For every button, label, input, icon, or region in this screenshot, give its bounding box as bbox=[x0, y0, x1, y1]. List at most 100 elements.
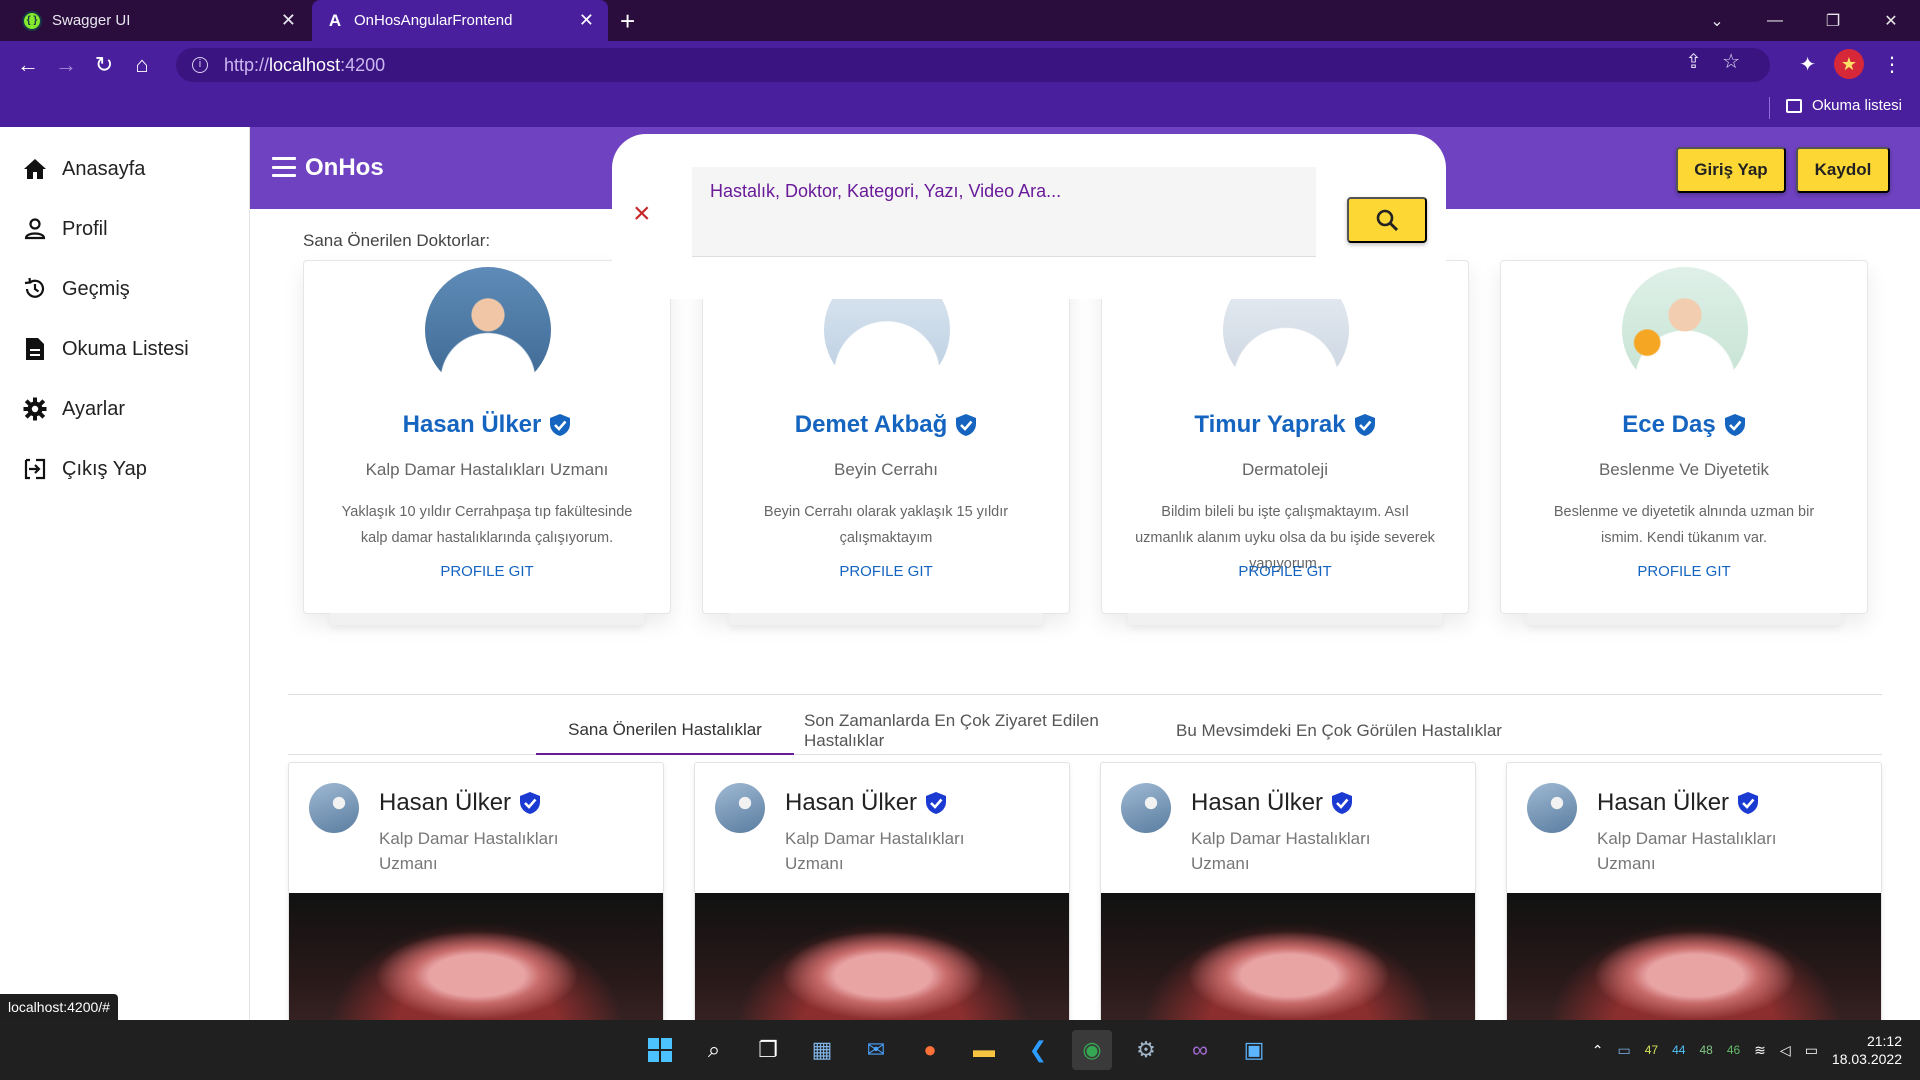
sidebar-item-gecmis[interactable]: Geçmiş bbox=[0, 259, 249, 319]
window-controls: ⌄ — ❐ ✕ bbox=[1688, 0, 1920, 41]
doctor-specialty: Kalp Damar Hastalıkları Uzmanı bbox=[365, 460, 609, 479]
battery-icon[interactable]: ▭ bbox=[1805, 1042, 1818, 1059]
wifi-icon[interactable]: ≋ bbox=[1754, 1042, 1766, 1059]
clock[interactable]: 21:12 18.03.2022 bbox=[1832, 1032, 1902, 1068]
tab-onhos-angular-frontend[interactable]: A OnHosAngularFrontend ✕ bbox=[312, 0, 608, 41]
vscode-icon[interactable]: ❮ bbox=[1018, 1030, 1058, 1070]
hamburger-menu-icon[interactable] bbox=[272, 157, 296, 177]
task-view-icon[interactable]: ❐ bbox=[748, 1030, 788, 1070]
file-explorer-icon[interactable]: ▬ bbox=[964, 1030, 1004, 1070]
url-protocol: http:// bbox=[224, 54, 270, 75]
sidebar-item-ayarlar[interactable]: Ayarlar bbox=[0, 379, 249, 439]
register-button[interactable]: Kaydol bbox=[1796, 147, 1890, 193]
doctor-description: Yaklaşık 10 yıldır Cerrahpaşa tıp fakült… bbox=[341, 504, 633, 546]
start-icon[interactable] bbox=[640, 1030, 680, 1070]
author-specialty: Kalp Damar Hastalıkları Uzmanı bbox=[1597, 829, 1777, 873]
search-button[interactable] bbox=[1347, 197, 1427, 243]
tab-search-icon[interactable]: ⌄ bbox=[1688, 11, 1746, 31]
author-specialty: Kalp Damar Hastalıkları Uzmanı bbox=[1191, 829, 1371, 873]
doctor-card: Hasan Ülker Kalp Damar Hastalıkları Uzma… bbox=[303, 260, 671, 625]
settings-icon[interactable]: ⚙ bbox=[1126, 1030, 1166, 1070]
control-panel-icon[interactable]: ▣ bbox=[1234, 1030, 1274, 1070]
restore-button[interactable]: ❐ bbox=[1804, 11, 1862, 31]
doctor-description: Beslenme ve diyetetik alnında uzman bir … bbox=[1553, 504, 1815, 546]
mail-icon[interactable]: ✉ bbox=[856, 1030, 896, 1070]
sidebar-item-label: Okuma Listesi bbox=[62, 337, 189, 360]
windows-taskbar: ⌕ ❐ ▦ ✉ ● ▬ ❮ ◉ ⚙ ∞ ▣ ⌃ ▭ 47 44 48 46 ≋ … bbox=[0, 1020, 1920, 1080]
profile-link[interactable]: PROFILE GIT bbox=[703, 563, 1069, 580]
photos-icon[interactable]: ▦ bbox=[802, 1030, 842, 1070]
new-tab-button[interactable]: + bbox=[620, 6, 635, 37]
sidebar-item-anasayfa[interactable]: Anasayfa bbox=[0, 139, 249, 199]
home-icon bbox=[22, 156, 48, 182]
reload-icon[interactable]: ↻ bbox=[90, 51, 118, 79]
back-arrow-icon[interactable]: ← bbox=[14, 51, 42, 79]
close-search-icon[interactable]: × bbox=[633, 199, 653, 229]
disease-image bbox=[1101, 893, 1475, 1020]
profile-avatar[interactable]: ★ bbox=[1834, 49, 1864, 79]
extensions-puzzle-icon[interactable]: ✦ bbox=[1799, 52, 1816, 77]
close-tab-icon[interactable]: ✕ bbox=[579, 10, 594, 31]
volume-icon[interactable]: ◁ bbox=[1780, 1042, 1791, 1059]
browser-menu-icon[interactable]: ⋮ bbox=[1882, 52, 1902, 77]
tab-seasonal-diseases[interactable]: Bu Mevsimdeki En Çok Görülen Hastalıklar bbox=[1154, 707, 1524, 755]
address-bar[interactable]: i http://localhost:4200 bbox=[176, 48, 1770, 82]
tab-recommended-diseases[interactable]: Sana Önerilen Hastalıklar bbox=[536, 707, 794, 755]
bookmark-star-icon[interactable]: ☆ bbox=[1722, 49, 1740, 74]
disease-card[interactable]: Hasan Ülker Kalp Damar Hastalıkları Uzma… bbox=[694, 762, 1070, 1020]
tab-swagger-ui[interactable]: { } Swagger UI ✕ bbox=[8, 0, 310, 41]
author-name: Hasan Ülker bbox=[379, 789, 512, 816]
profile-link[interactable]: PROFILE GIT bbox=[304, 563, 670, 580]
disease-card[interactable]: Hasan Ülker Kalp Damar Hastalıkları Uzma… bbox=[288, 762, 664, 1020]
chrome-icon[interactable]: ◉ bbox=[1072, 1030, 1112, 1070]
doctor-card: Ece Daş Beslenme Ve Diyetetik Beslenme v… bbox=[1500, 260, 1868, 625]
doctor-name[interactable]: Hasan Ülker bbox=[403, 411, 542, 439]
sidebar-item-profil[interactable]: Profil bbox=[0, 199, 249, 259]
close-window-button[interactable]: ✕ bbox=[1862, 11, 1920, 31]
search-input[interactable]: Hastalık, Doktor, Kategori, Yazı, Video … bbox=[692, 167, 1316, 257]
bookmark-divider bbox=[1769, 97, 1770, 119]
document-icon bbox=[22, 336, 48, 362]
monitor-icon[interactable]: ▭ bbox=[1618, 1042, 1631, 1059]
login-button[interactable]: Giriş Yap bbox=[1676, 147, 1786, 193]
reading-list-button[interactable]: Okuma listesi bbox=[1785, 97, 1902, 114]
person-icon bbox=[22, 216, 48, 242]
browser-tab-bar: { } Swagger UI ✕ A OnHosAngularFrontend … bbox=[0, 0, 1920, 41]
sidebar-item-cikis-yap[interactable]: Çıkış Yap bbox=[0, 439, 249, 499]
sidebar-item-okuma-listesi[interactable]: Okuma Listesi bbox=[0, 319, 249, 379]
share-icon[interactable]: ⇪ bbox=[1685, 49, 1702, 74]
author-avatar bbox=[1527, 783, 1577, 833]
url-host: localhost bbox=[269, 54, 341, 75]
chevron-up-icon[interactable]: ⌃ bbox=[1592, 1042, 1604, 1059]
gear-icon bbox=[22, 396, 48, 422]
reading-list-icon bbox=[1785, 98, 1802, 113]
verified-badge-icon bbox=[1354, 414, 1375, 436]
doctor-name[interactable]: Timur Yaprak bbox=[1194, 411, 1345, 439]
angular-favicon-icon: A bbox=[328, 10, 342, 30]
doctor-name[interactable]: Ece Daş bbox=[1622, 411, 1715, 439]
visual-studio-icon[interactable]: ∞ bbox=[1180, 1030, 1220, 1070]
minimize-button[interactable]: — bbox=[1746, 12, 1804, 30]
sidebar-item-label: Geçmiş bbox=[62, 277, 130, 300]
extension-area: ✦ ★ ⋮ bbox=[1799, 49, 1902, 79]
home-page-icon[interactable]: ⌂ bbox=[128, 51, 156, 79]
author-specialty: Kalp Damar Hastalıkları Uzmanı bbox=[379, 829, 559, 873]
tab-most-visited-diseases[interactable]: Son Zamanlarda En Çok Ziyaret Edilen Has… bbox=[804, 707, 1144, 755]
profile-link[interactable]: PROFILE GIT bbox=[1501, 563, 1867, 580]
profile-link[interactable]: PROFILE GIT bbox=[1102, 563, 1468, 580]
section-divider bbox=[288, 694, 1882, 695]
verified-badge-icon bbox=[520, 792, 541, 814]
forward-arrow-icon[interactable]: → bbox=[52, 51, 80, 79]
close-tab-icon[interactable]: ✕ bbox=[281, 10, 296, 31]
search-icon[interactable]: ⌕ bbox=[694, 1030, 734, 1070]
doctor-card: Timur Yaprak Dermatoleji Bildim bileli b… bbox=[1101, 260, 1469, 625]
sidebar-item-label: Profil bbox=[62, 217, 108, 240]
doctor-name[interactable]: Demet Akbağ bbox=[795, 411, 947, 439]
site-info-icon[interactable]: i bbox=[192, 57, 208, 73]
author-name: Hasan Ülker bbox=[1597, 789, 1730, 816]
verified-badge-icon bbox=[550, 414, 571, 436]
disease-card[interactable]: Hasan Ülker Kalp Damar Hastalıkları Uzma… bbox=[1506, 762, 1882, 1020]
disease-card[interactable]: Hasan Ülker Kalp Damar Hastalıkları Uzma… bbox=[1100, 762, 1476, 1020]
sidebar-item-label: Anasayfa bbox=[62, 157, 146, 180]
firefox-icon[interactable]: ● bbox=[910, 1030, 950, 1070]
